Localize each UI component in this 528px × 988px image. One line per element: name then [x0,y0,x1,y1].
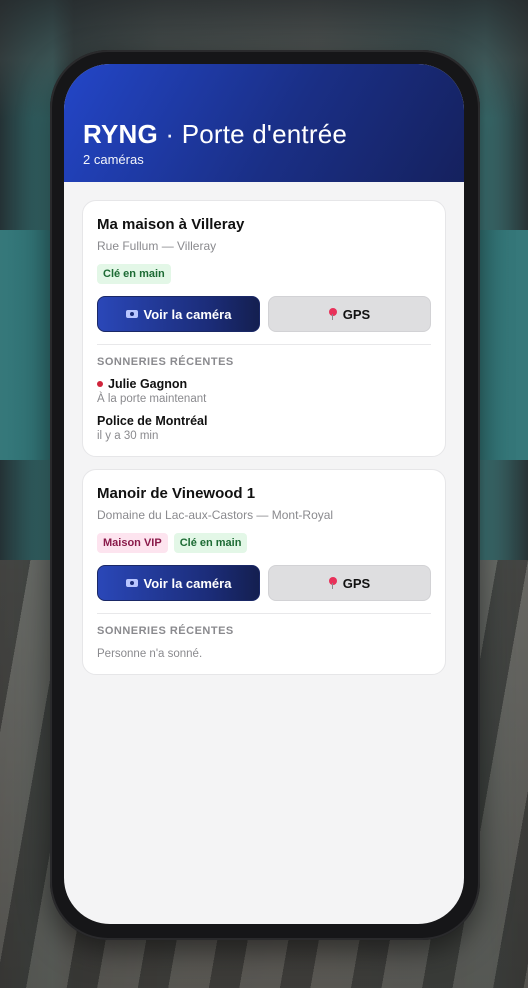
ring-name: Julie Gagnon [97,377,431,391]
view-camera-button[interactable]: Voir la caméra [97,296,260,332]
card-actions: Voir la caméra GPS [97,296,431,332]
badge-maison-vip: Maison VIP [97,533,168,553]
view-camera-label: Voir la caméra [143,306,232,322]
ring-item: Julie Gagnon À la porte maintenant [97,377,431,405]
divider [97,613,431,614]
camera-card: Manoir de Vinewood 1 Domaine du Lac-aux-… [82,469,446,675]
camera-list: Ma maison à Villeray Rue Fullum — Viller… [64,182,464,675]
card-address: Domaine du Lac-aux-Castors — Mont-Royal [97,508,334,522]
pin-icon [328,577,337,589]
camera-icon [125,310,138,318]
page-name: Porte d'entrée [181,119,348,149]
badge-cle-en-main: Clé en main [97,264,171,284]
ring-name: Police de Montréal [97,414,431,428]
card-actions: Voir la caméra GPS [97,565,431,601]
ring-name-text: Julie Gagnon [108,377,188,391]
gps-label: GPS [342,575,371,591]
camera-icon [125,579,138,587]
app-header: RYNG · Porte d'entrée 2 caméras [64,64,464,182]
title-separator: · [165,119,175,149]
camera-card: Ma maison à Villeray Rue Fullum — Viller… [82,200,446,457]
divider [97,344,431,345]
card-title: Manoir de Vinewood 1 [97,485,256,502]
ring-time: il y a 30 min [97,430,159,442]
live-dot-icon [97,381,103,387]
badge-row: Maison VIP Clé en main [97,533,431,553]
view-camera-button[interactable]: Voir la caméra [97,565,260,601]
ring-name-text: Police de Montréal [97,414,208,428]
ring-item: Police de Montréal il y a 30 min [97,414,431,442]
phone-screen: RYNG · Porte d'entrée 2 caméras Ma maiso… [64,64,464,924]
page-title: RYNG · Porte d'entrée [83,119,464,149]
card-address: Rue Fullum — Villeray [97,239,217,253]
recent-rings-label: SONNERIES RÉCENTES [97,625,234,637]
ring-time: À la porte maintenant [97,393,207,405]
card-title: Ma maison à Villeray [97,216,245,233]
gps-button[interactable]: GPS [268,296,431,332]
brand-name: RYNG [83,119,158,149]
gps-label: GPS [342,306,371,322]
view-camera-label: Voir la caméra [143,575,232,591]
camera-count: 2 caméras [83,152,144,167]
gps-button[interactable]: GPS [268,565,431,601]
no-rings-note: Personne n'a sonné. [97,648,203,660]
pin-icon [328,308,337,320]
phone-frame: RYNG · Porte d'entrée 2 caméras Ma maiso… [50,50,480,940]
recent-rings-label: SONNERIES RÉCENTES [97,356,234,368]
badge-cle-en-main: Clé en main [173,533,248,553]
badge-row: Clé en main [97,264,431,284]
